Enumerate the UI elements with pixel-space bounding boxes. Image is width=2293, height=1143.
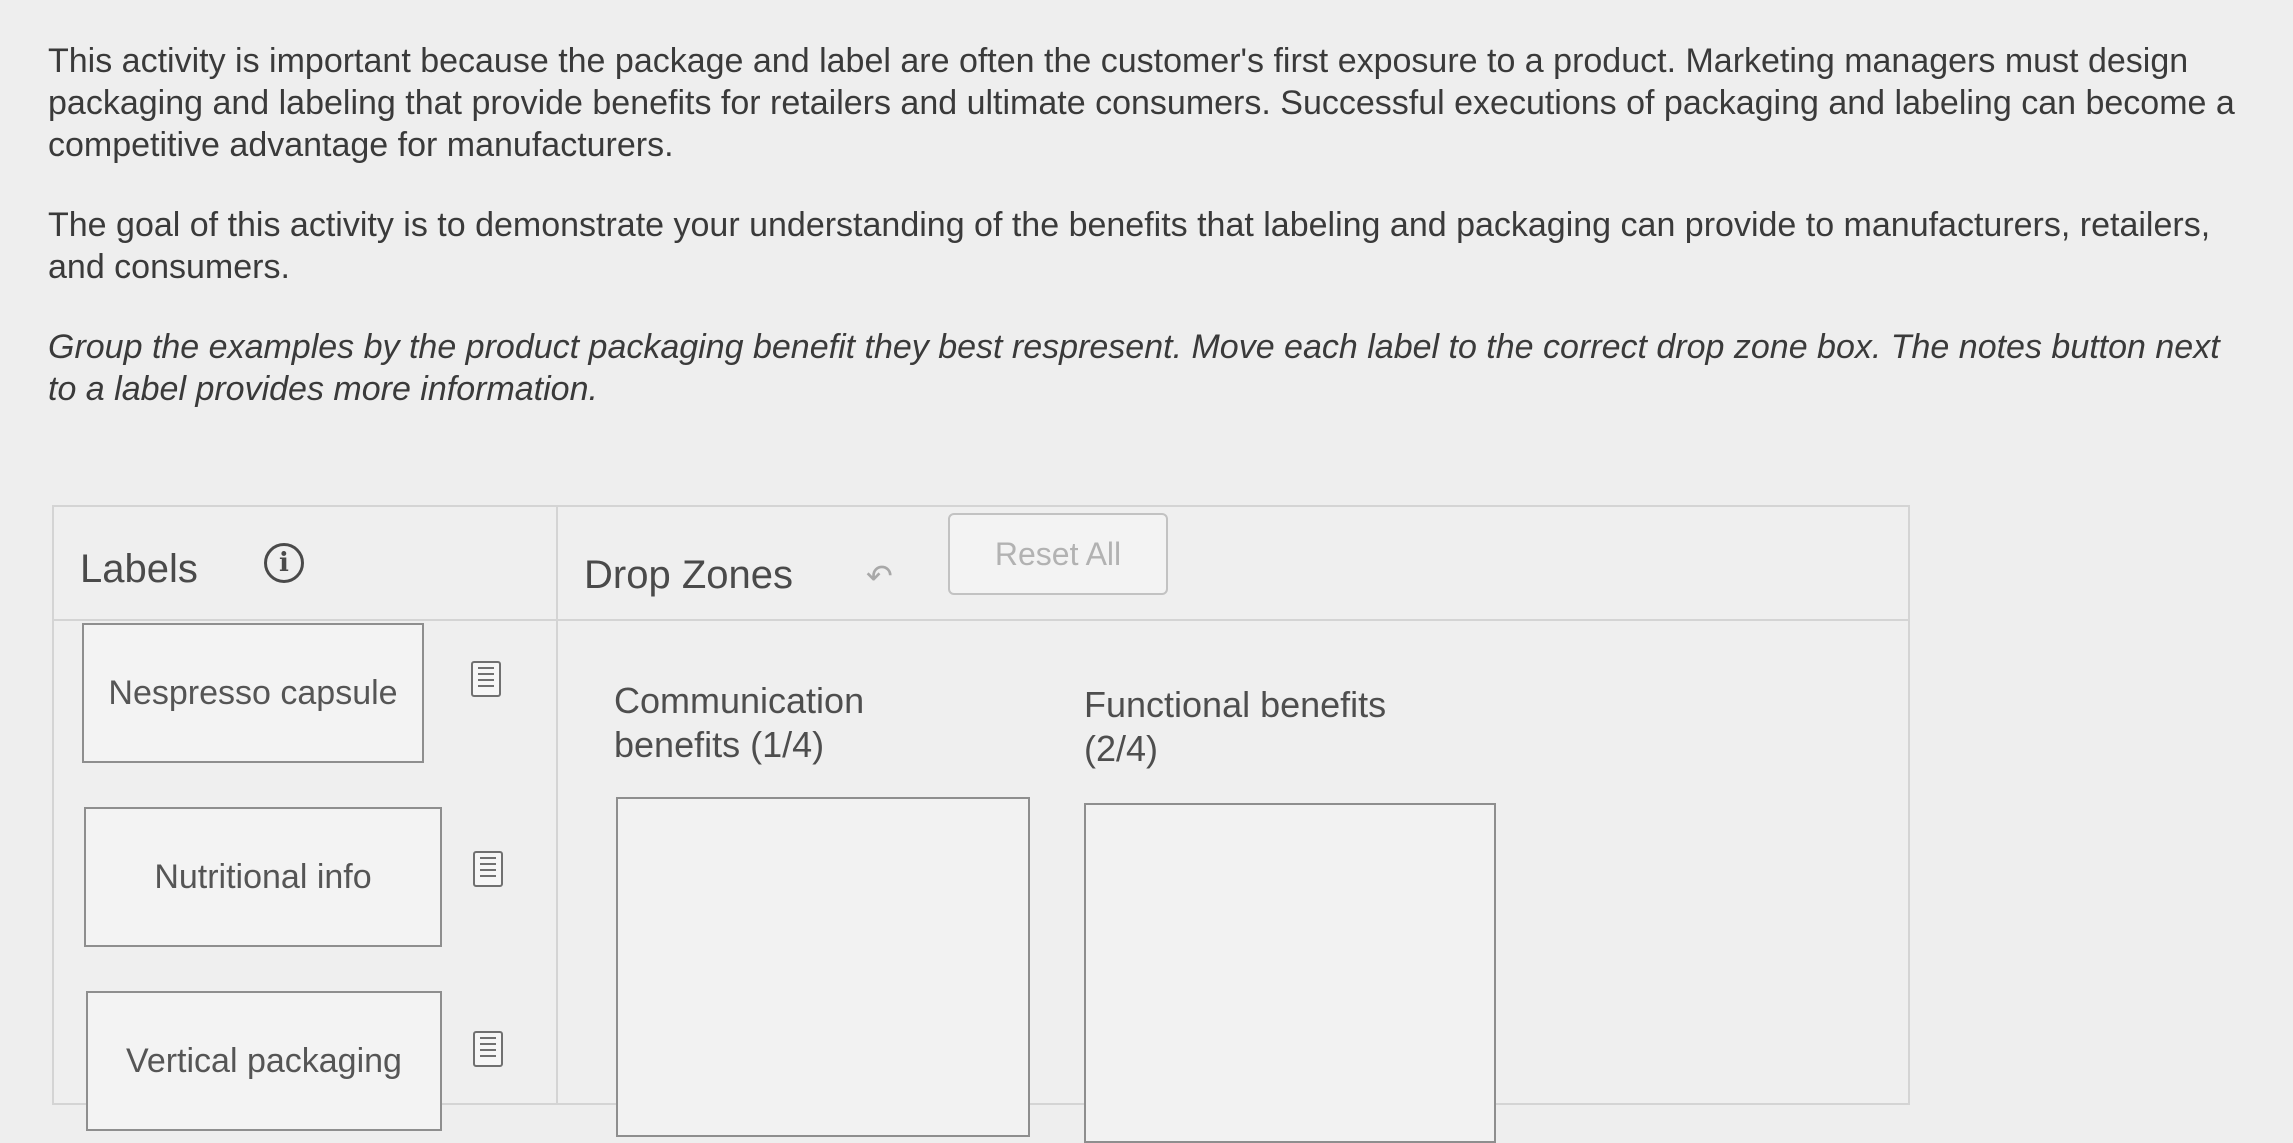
label-card-text: Nutritional info [154,857,372,896]
zone-title-communication-benefits: Communication benefits (1/4) [614,680,865,765]
label-card-text: Vertical packaging [126,1041,402,1080]
instructions-paragraph: Group the examples by the product packag… [48,328,2220,408]
drop-zone-functional-benefits[interactable] [1084,803,1496,1143]
activity-header: Labels i Drop Zones ↶ Reset All [54,507,1908,621]
intro-paragraph-importance: This activity is important because the p… [48,42,2235,164]
label-card-nespresso-capsule[interactable]: Nespresso capsule [82,623,424,763]
info-icon[interactable]: i [264,543,304,583]
labels-heading: Labels [80,547,198,591]
drop-zone-communication-benefits[interactable] [616,797,1030,1137]
drag-drop-activity: Labels i Drop Zones ↶ Reset All Nespress… [52,505,1910,1143]
intro-text: This activity is important because the p… [48,40,2238,448]
label-card-vertical-packaging[interactable]: Vertical packaging [86,991,442,1131]
notes-icon[interactable] [473,851,503,887]
intro-paragraph-goal: The goal of this activity is to demonstr… [48,206,2211,286]
notes-icon[interactable] [471,661,501,697]
column-divider [556,507,558,1103]
label-card-nutritional-info[interactable]: Nutritional info [84,807,442,947]
notes-icon[interactable] [473,1031,503,1067]
reset-all-button[interactable]: Reset All [948,513,1168,595]
drop-zones-heading: Drop Zones [584,553,793,597]
zone-title-functional-benefits: Functional benefits (2/4) [1084,684,1387,769]
label-card-text: Nespresso capsule [108,673,398,712]
undo-arrow-icon[interactable]: ↶ [866,557,893,595]
